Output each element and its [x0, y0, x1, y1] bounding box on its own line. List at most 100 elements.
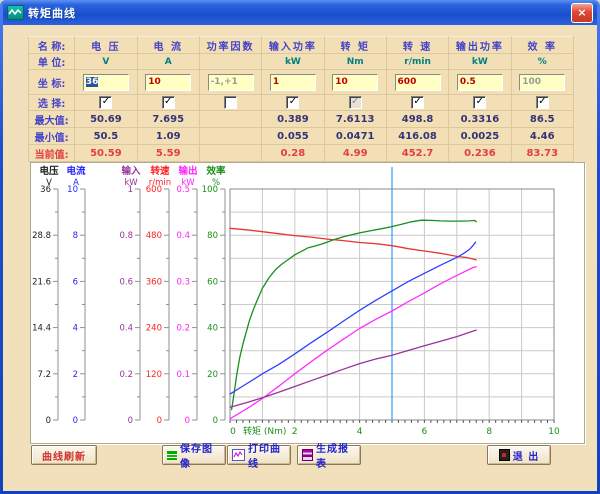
- select-checkbox[interactable]: ✓: [411, 96, 424, 109]
- column-header: 功率因数: [199, 37, 261, 54]
- svg-text:2: 2: [292, 427, 298, 437]
- select-cell: ✓: [75, 95, 137, 111]
- svg-text:0: 0: [157, 416, 162, 426]
- svg-text:36: 36: [40, 185, 51, 195]
- svg-text:0: 0: [128, 416, 133, 426]
- svg-text:电流: 电流: [66, 165, 86, 177]
- svg-text:6: 6: [422, 427, 428, 437]
- min-value: 1.09: [137, 128, 199, 145]
- refresh-curve-label: 曲线刷新: [42, 448, 86, 463]
- coordinate-cell: 36: [75, 70, 137, 95]
- unit-label: kW: [449, 54, 511, 70]
- svg-text:4: 4: [73, 324, 78, 334]
- current-value: 0.28: [262, 145, 324, 162]
- window-title: 转矩曲线: [28, 5, 571, 21]
- title-bar[interactable]: 转矩曲线 ×: [3, 0, 597, 25]
- svg-text:0.2: 0.2: [119, 370, 133, 380]
- generate-report-label: 生成报表: [316, 440, 356, 470]
- report-icon: [302, 449, 313, 461]
- select-cell: ✓: [511, 95, 573, 111]
- row-label: 选 择:: [29, 95, 75, 111]
- unit-label: [199, 54, 261, 70]
- svg-text:240: 240: [146, 324, 162, 334]
- select-cell: ✓: [449, 95, 511, 111]
- exit-button[interactable]: 退 出: [487, 445, 551, 465]
- svg-text:输出: 输出: [178, 165, 197, 177]
- select-cell: [199, 95, 261, 111]
- svg-text:电压: 电压: [39, 165, 59, 177]
- row-label: 最大值:: [29, 111, 75, 128]
- max-value: 50.69: [75, 111, 137, 128]
- column-header: 电 流: [137, 37, 199, 54]
- app-window: 转矩曲线 × 名 称:电 压电 流功率因数输入功率转 矩转 速输出功率效 率单 …: [0, 0, 600, 494]
- dialog-content: 名 称:电 压电 流功率因数输入功率转 矩转 速输出功率效 率单 位:VAkWN…: [3, 25, 597, 491]
- svg-text:6: 6: [73, 277, 78, 287]
- svg-text:0.8: 0.8: [119, 231, 133, 241]
- coordinate-input[interactable]: 10: [145, 74, 191, 91]
- print-curve-button[interactable]: 打印曲线: [227, 445, 291, 465]
- chart-canvas[interactable]: 电压V3628.821.614.47.20电流A1086420输入kW10.80…: [31, 163, 582, 441]
- coordinate-cell: 10: [324, 70, 386, 95]
- max-value: 0.3316: [449, 111, 511, 128]
- svg-text:0: 0: [46, 416, 51, 426]
- coordinate-input[interactable]: 0.5: [457, 74, 503, 91]
- svg-text:0: 0: [73, 416, 78, 426]
- generate-report-button[interactable]: 生成报表: [297, 445, 361, 465]
- svg-text:100: 100: [202, 185, 218, 195]
- coordinate-input[interactable]: 36: [83, 74, 129, 91]
- min-value: 0.0025: [449, 128, 511, 145]
- curve-转速: [230, 228, 476, 259]
- select-checkbox[interactable]: ✓: [349, 96, 362, 109]
- svg-text:0.2: 0.2: [176, 324, 190, 334]
- coordinate-input[interactable]: 10: [332, 74, 378, 91]
- coordinate-input[interactable]: 600: [395, 74, 441, 91]
- select-checkbox[interactable]: ✓: [162, 96, 175, 109]
- svg-text:480: 480: [146, 231, 162, 241]
- coordinate-cell: 600: [386, 70, 448, 95]
- select-checkbox[interactable]: ✓: [473, 96, 486, 109]
- max-value: 7.695: [137, 111, 199, 128]
- coordinate-cell: -1,+1: [199, 70, 261, 95]
- select-cell: ✓: [386, 95, 448, 111]
- column-header: 转 矩: [324, 37, 386, 54]
- row-label: 当前值:: [29, 145, 75, 162]
- exit-label: 退 出: [513, 448, 539, 463]
- coordinate-input[interactable]: 1: [270, 74, 316, 91]
- svg-text:0.5: 0.5: [176, 185, 190, 195]
- svg-text:4: 4: [357, 427, 363, 437]
- svg-text:输入: 输入: [121, 165, 141, 177]
- curve-电流: [230, 242, 476, 394]
- unit-label: A: [137, 54, 199, 70]
- current-value: 452.7: [386, 145, 448, 162]
- coordinate-input[interactable]: 100: [519, 74, 565, 91]
- min-value: [199, 128, 261, 145]
- svg-text:40: 40: [207, 324, 218, 334]
- row-label: 名 称:: [29, 37, 75, 54]
- svg-text:0: 0: [213, 416, 218, 426]
- min-value: 50.5: [75, 128, 137, 145]
- svg-text:8: 8: [73, 231, 78, 241]
- unit-label: V: [75, 54, 137, 70]
- coordinate-input[interactable]: -1,+1: [208, 74, 254, 91]
- bars-icon: [167, 451, 177, 460]
- refresh-curve-button[interactable]: 曲线刷新: [31, 445, 97, 465]
- current-value: 83.73: [511, 145, 573, 162]
- current-value: 4.99: [324, 145, 386, 162]
- svg-text:14.4: 14.4: [32, 324, 51, 334]
- min-value: 0.0471: [324, 128, 386, 145]
- select-checkbox[interactable]: ✓: [536, 96, 549, 109]
- svg-text:0: 0: [230, 427, 236, 437]
- select-checkbox[interactable]: [224, 96, 237, 109]
- svg-text:10: 10: [67, 185, 78, 195]
- torque-curve-chart[interactable]: 电压V3628.821.614.47.20电流A1086420输入kW10.80…: [30, 162, 585, 444]
- current-value: 50.59: [75, 145, 137, 162]
- save-image-button[interactable]: 保存图像: [162, 445, 226, 465]
- app-icon: [7, 5, 24, 20]
- svg-text:0.1: 0.1: [176, 370, 190, 380]
- select-checkbox[interactable]: ✓: [99, 96, 112, 109]
- select-checkbox[interactable]: ✓: [286, 96, 299, 109]
- max-value: 0.389: [262, 111, 324, 128]
- max-value: 86.5: [511, 111, 573, 128]
- close-icon[interactable]: ×: [571, 3, 593, 23]
- coordinate-cell: 10: [137, 70, 199, 95]
